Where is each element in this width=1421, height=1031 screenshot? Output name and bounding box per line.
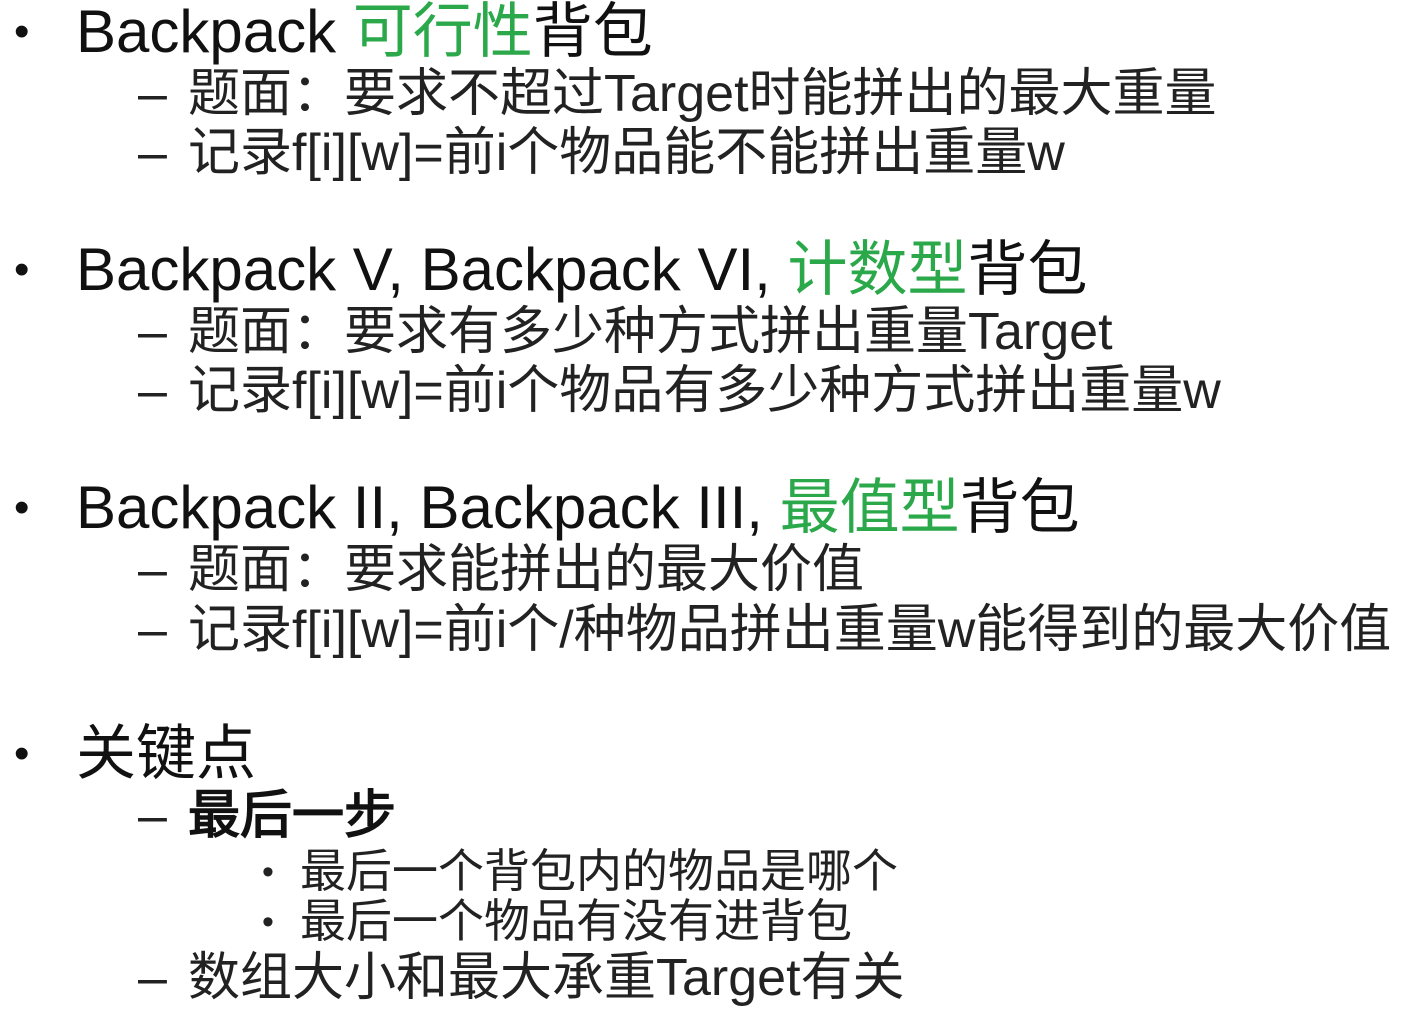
section-4-sub-item-1: • 最后一个背包内的物品是哪个 [262, 848, 898, 894]
section-2-item-2-text: 记录f[i][w]=前i个物品有多少种方式拼出重量w [188, 362, 1221, 420]
dash-icon: – [138, 601, 167, 659]
bullet-icon: • [14, 245, 30, 294]
bullet-icon: • [14, 729, 30, 778]
dash-icon: – [138, 65, 167, 123]
section-1-item-2: – 记录f[i][w]=前i个物品能不能拼出重量w [138, 127, 1065, 179]
slide: • Backpack 可行性背包 – 题面：要求不超过Target时能拼出的最大重量… [0, 0, 1421, 1031]
section-4-key-step: – 最后一步 [138, 790, 396, 842]
dash-icon: – [138, 949, 167, 1007]
section-2-title-highlight: 计数型 [787, 236, 968, 303]
section-3-item-2-text: 记录f[i][w]=前i个/种物品拼出重量w能得到的最大价值 [188, 601, 1392, 659]
section-1-item-1: – 题面：要求不超过Target时能拼出的最大重量 [138, 68, 1217, 120]
section-2-item-1-text: 题面：要求有多少种方式拼出重量Target [188, 303, 1113, 361]
section-3-heading: • Backpack II, Backpack III, 最值型背包 [14, 478, 1080, 538]
section-2-item-2: – 记录f[i][w]=前i个物品有多少种方式拼出重量w [138, 365, 1221, 417]
section-3-title-suffix: 背包 [959, 474, 1080, 541]
dash-icon: – [138, 541, 167, 599]
bullet-icon: • [14, 483, 30, 532]
section-4-sub-item-1-text: 最后一个背包内的物品是哪个 [300, 845, 898, 897]
section-2-title-prefix: Backpack V, Backpack VI, [76, 236, 788, 303]
section-4-last-item: – 数组大小和最大承重Target有关 [138, 952, 905, 1004]
section-1-heading: • Backpack 可行性背包 [14, 2, 653, 62]
section-1-item-1-text: 题面：要求不超过Target时能拼出的最大重量 [188, 65, 1217, 123]
small-bullet-icon: • [262, 853, 274, 891]
dash-icon: – [138, 124, 167, 182]
section-4-heading: • 关键点 [14, 724, 256, 784]
section-4-last-item-text: 数组大小和最大承重Target有关 [188, 949, 905, 1007]
section-2-item-1: – 题面：要求有多少种方式拼出重量Target [138, 306, 1113, 358]
small-bullet-icon: • [262, 903, 274, 941]
section-1-item-2-text: 记录f[i][w]=前i个物品能不能拼出重量w [188, 124, 1065, 182]
section-1-title-suffix: 背包 [532, 0, 653, 65]
section-1-title-prefix: Backpack [76, 0, 353, 65]
section-1-title-highlight: 可行性 [352, 0, 533, 65]
dash-icon: – [138, 303, 167, 361]
bullet-icon: • [14, 7, 30, 56]
section-3-title-prefix: Backpack II, Backpack III, [76, 474, 780, 541]
section-4-sub-item-2: • 最后一个物品有没有进背包 [262, 898, 852, 944]
section-4-key-step-text: 最后一步 [188, 787, 397, 845]
section-4-sub-item-2-text: 最后一个物品有没有进背包 [300, 895, 852, 947]
section-3-item-1-text: 题面：要求能拼出的最大价值 [188, 541, 865, 599]
dash-icon: – [138, 362, 167, 420]
section-3-item-2: – 记录f[i][w]=前i个/种物品拼出重量w能得到的最大价值 [138, 604, 1391, 656]
section-3-title-highlight: 最值型 [779, 474, 960, 541]
section-4-title: 关键点 [76, 720, 256, 787]
section-2-heading: • Backpack V, Backpack VI, 计数型背包 [14, 240, 1087, 300]
section-3-item-1: – 题面：要求能拼出的最大价值 [138, 544, 864, 596]
dash-icon: – [138, 787, 167, 845]
section-2-title-suffix: 背包 [967, 236, 1088, 303]
